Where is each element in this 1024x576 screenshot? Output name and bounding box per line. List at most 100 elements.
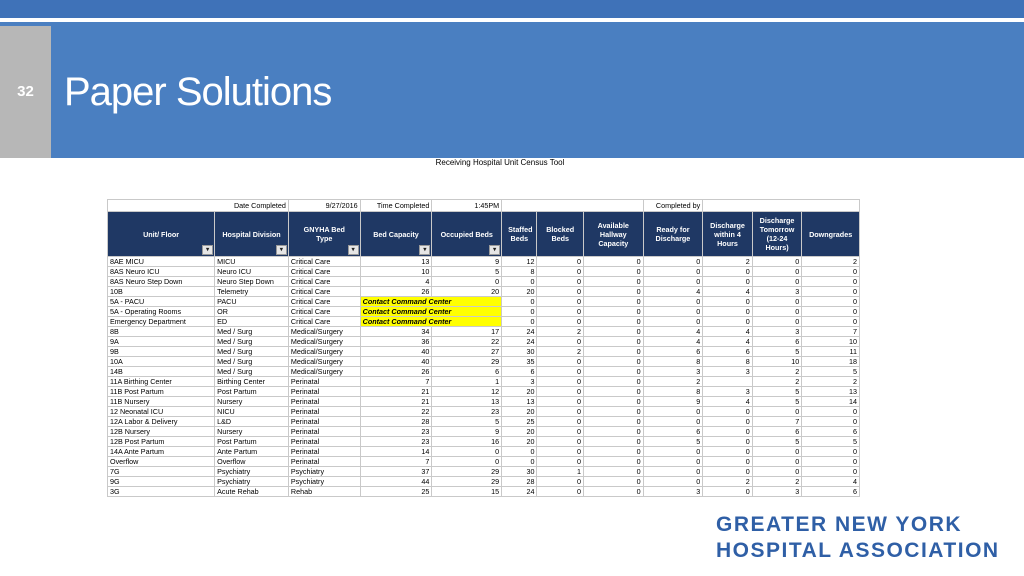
table-cell[interactable]: 2 — [751, 366, 803, 377]
table-cell[interactable]: 0 — [582, 396, 644, 407]
table-cell[interactable]: 23 — [359, 436, 433, 447]
table-cell[interactable]: PACU — [214, 296, 289, 307]
table-cell[interactable]: 2 — [536, 346, 584, 357]
table-cell[interactable]: 4 — [642, 326, 704, 337]
table-cell[interactable]: 0 — [582, 346, 644, 357]
table-cell[interactable]: 40 — [359, 356, 433, 367]
contact-command-center-cell[interactable]: Contact Command Center — [359, 316, 503, 327]
table-cell[interactable]: 0 — [582, 386, 644, 397]
table-cell[interactable]: 4 — [642, 286, 704, 297]
table-cell[interactable]: 0 — [801, 296, 860, 307]
table-cell[interactable]: Emergency Department — [106, 316, 216, 327]
table-cell[interactable]: 2 — [801, 256, 860, 267]
table-cell[interactable]: Med / Surg — [214, 346, 289, 357]
table-cell[interactable]: 0 — [582, 376, 644, 387]
table-cell[interactable]: 4 — [801, 476, 860, 487]
table-cell[interactable]: 0 — [431, 276, 503, 287]
table-cell[interactable]: 0 — [582, 456, 644, 467]
table-cell[interactable]: 9 — [431, 256, 503, 267]
table-cell[interactable]: 27 — [431, 346, 503, 357]
table-cell[interactable]: 0 — [642, 416, 704, 427]
table-cell[interactable]: 0 — [536, 306, 584, 317]
table-cell[interactable]: 9 — [642, 396, 704, 407]
table-cell[interactable]: ED — [214, 316, 289, 327]
table-cell[interactable]: 0 — [702, 436, 753, 447]
table-cell[interactable]: 25 — [501, 416, 538, 427]
table-cell[interactable]: 3 — [702, 386, 753, 397]
table-cell[interactable]: 0 — [702, 296, 753, 307]
table-cell[interactable]: 0 — [751, 276, 803, 287]
table-cell[interactable]: Neuro ICU — [214, 266, 289, 277]
table-cell[interactable]: 4 — [702, 396, 753, 407]
table-cell[interactable]: Med / Surg — [214, 366, 289, 377]
table-cell[interactable]: 0 — [536, 396, 584, 407]
table-cell[interactable]: 0 — [536, 386, 584, 397]
table-cell[interactable]: 5 — [751, 436, 803, 447]
table-cell[interactable]: 0 — [501, 306, 538, 317]
table-cell[interactable]: 3G — [106, 486, 216, 497]
table-cell[interactable]: Critical Care — [287, 306, 361, 317]
table-cell[interactable]: NICU — [214, 406, 289, 417]
table-cell[interactable]: 25 — [359, 486, 433, 497]
table-cell[interactable]: Critical Care — [287, 266, 361, 277]
table-cell[interactable]: 14 — [801, 396, 860, 407]
table-cell[interactable]: 0 — [751, 316, 803, 327]
table-cell[interactable]: 0 — [582, 446, 644, 457]
table-cell[interactable]: 24 — [501, 326, 538, 337]
table-cell[interactable]: 4 — [359, 276, 433, 287]
table-cell[interactable]: 15 — [431, 486, 503, 497]
table-cell[interactable]: 7 — [359, 456, 433, 467]
table-cell[interactable]: 20 — [431, 286, 503, 297]
table-cell[interactable]: 0 — [536, 476, 584, 487]
table-cell[interactable]: 5 — [801, 436, 860, 447]
table-cell[interactable]: Perinatal — [287, 396, 361, 407]
table-cell[interactable]: 0 — [431, 456, 503, 467]
table-cell[interactable]: Perinatal — [287, 436, 361, 447]
table-cell[interactable]: 34 — [359, 326, 433, 337]
table-cell[interactable]: 0 — [582, 286, 644, 297]
table-cell[interactable]: 0 — [536, 286, 584, 297]
table-cell[interactable]: 3 — [501, 376, 538, 387]
table-cell[interactable]: 0 — [642, 476, 704, 487]
table-cell[interactable]: 2 — [751, 476, 803, 487]
table-cell[interactable]: 0 — [501, 276, 538, 287]
table-cell[interactable]: 6 — [751, 426, 803, 437]
table-cell[interactable]: Neuro Step Down — [214, 276, 289, 287]
table-cell[interactable]: 29 — [431, 356, 503, 367]
table-cell[interactable]: 0 — [702, 466, 753, 477]
table-cell[interactable]: Perinatal — [287, 446, 361, 457]
table-cell[interactable]: Post Partum — [214, 436, 289, 447]
table-cell[interactable]: 0 — [582, 466, 644, 477]
table-cell[interactable]: 2 — [801, 376, 860, 387]
table-cell[interactable]: 20 — [501, 386, 538, 397]
table-cell[interactable]: 0 — [801, 416, 860, 427]
table-cell[interactable]: 0 — [702, 406, 753, 417]
table-cell[interactable]: 3 — [702, 366, 753, 377]
filter-dropdown-icon[interactable]: ▾ — [419, 245, 431, 255]
table-cell[interactable]: 8 — [642, 386, 704, 397]
table-cell[interactable]: 13 — [431, 396, 503, 407]
table-cell[interactable]: 0 — [582, 316, 644, 327]
table-cell[interactable]: 8AS Neuro Step Down — [106, 276, 216, 287]
table-cell[interactable]: 0 — [751, 446, 803, 457]
table-cell[interactable]: Perinatal — [287, 426, 361, 437]
time-completed-value[interactable]: 1:45PM — [431, 199, 503, 212]
table-cell[interactable]: 1 — [536, 466, 584, 477]
table-cell[interactable]: 0 — [642, 446, 704, 457]
table-cell[interactable]: 37 — [359, 466, 433, 477]
table-cell[interactable]: 5 — [801, 366, 860, 377]
table-cell[interactable] — [702, 376, 753, 387]
table-cell[interactable]: 28 — [501, 476, 538, 487]
table-cell[interactable]: 1 — [431, 376, 503, 387]
table-cell[interactable]: 0 — [801, 306, 860, 317]
table-cell[interactable]: 0 — [501, 316, 538, 327]
table-cell[interactable]: 0 — [536, 266, 584, 277]
table-cell[interactable]: Perinatal — [287, 376, 361, 387]
table-cell[interactable]: Acute Rehab — [214, 486, 289, 497]
table-cell[interactable]: 5A - Operating Rooms — [106, 306, 216, 317]
table-cell[interactable]: 0 — [642, 296, 704, 307]
table-cell[interactable]: Critical Care — [287, 316, 361, 327]
table-cell[interactable]: 0 — [582, 366, 644, 377]
table-cell[interactable]: L&D — [214, 416, 289, 427]
table-cell[interactable]: 26 — [359, 366, 433, 377]
